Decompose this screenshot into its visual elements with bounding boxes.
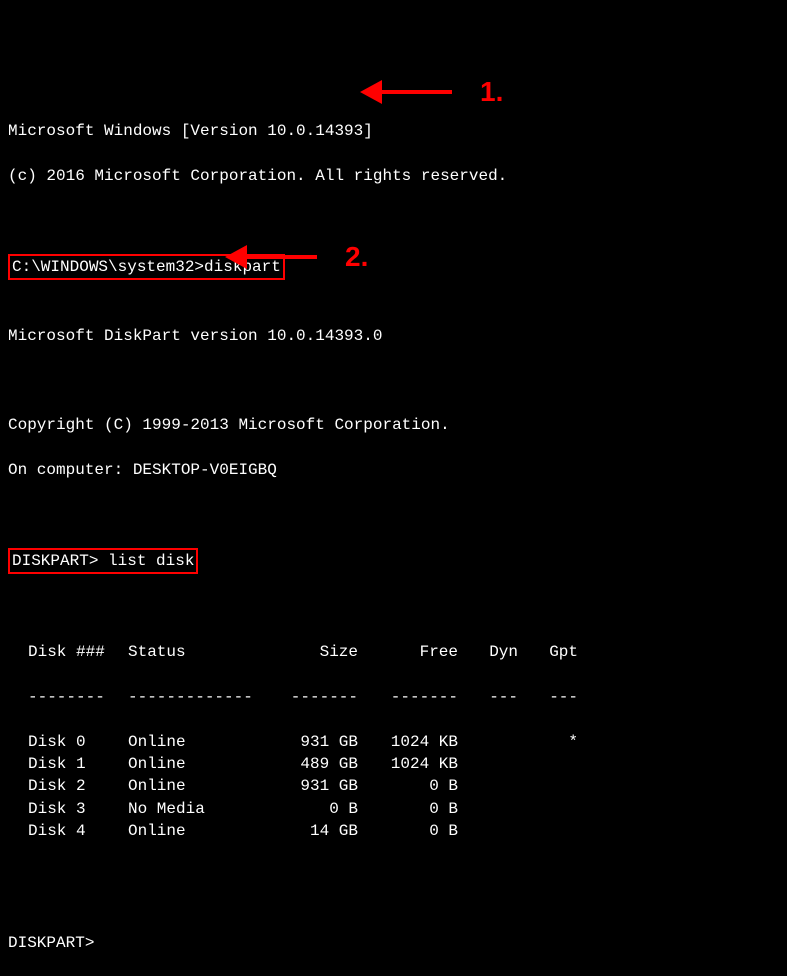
cell-gpt: [518, 775, 578, 797]
cell-dyn: [458, 731, 518, 753]
copyright-line: (c) 2016 Microsoft Corporation. All righ…: [8, 165, 779, 187]
cell-dyn: [458, 753, 518, 775]
table-row: Disk 3No Media0 B0 B: [28, 798, 779, 820]
table-separator-row: ----------------------------------------…: [28, 686, 779, 708]
annotation-1-label: 1.: [480, 72, 503, 111]
diskpart-copyright-line: Copyright (C) 1999-2013 Microsoft Corpor…: [8, 414, 779, 436]
terminal-window: Microsoft Windows [Version 10.0.14393] (…: [4, 94, 783, 597]
cell-free: 0 B: [358, 798, 458, 820]
cell-disk: Disk 1: [28, 753, 128, 775]
cell-dyn: [458, 775, 518, 797]
cell-status: Online: [128, 753, 258, 775]
cell-disk: Disk 0: [28, 731, 128, 753]
cell-disk: Disk 4: [28, 820, 128, 842]
cmd2-box: DISKPART> list disk: [8, 548, 198, 574]
cell-size: 489 GB: [258, 753, 358, 775]
header-dyn: Dyn: [458, 641, 518, 663]
cell-gpt: [518, 753, 578, 775]
table-row: Disk 4Online14 GB0 B: [28, 820, 779, 842]
cell-status: Online: [128, 775, 258, 797]
cell-status: No Media: [128, 798, 258, 820]
cell-disk: Disk 2: [28, 775, 128, 797]
cell-free: 1024 KB: [358, 731, 458, 753]
cell-status: Online: [128, 820, 258, 842]
table-row: Disk 1Online489 GB1024 KB: [28, 753, 779, 775]
cell-gpt: [518, 798, 578, 820]
header-disk: Disk ###: [28, 641, 128, 663]
arrow-icon: [225, 245, 317, 269]
cell-free: 1024 KB: [358, 753, 458, 775]
cmd2-prompt: DISKPART>: [12, 552, 108, 570]
sep-gpt: ---: [518, 686, 578, 708]
header-status: Status: [128, 641, 258, 663]
sep-status: -------------: [128, 686, 258, 708]
header-gpt: Gpt: [518, 641, 578, 663]
cell-dyn: [458, 820, 518, 842]
sep-free: -------: [358, 686, 458, 708]
cell-size: 931 GB: [258, 775, 358, 797]
cell-size: 931 GB: [258, 731, 358, 753]
cell-size: 0 B: [258, 798, 358, 820]
cell-free: 0 B: [358, 820, 458, 842]
cell-gpt: [518, 820, 578, 842]
cell-gpt: *: [518, 731, 578, 753]
diskpart-version-line: Microsoft DiskPart version 10.0.14393.0: [8, 325, 779, 347]
annotation-2: 2.: [225, 237, 368, 276]
table-row: Disk 2Online931 GB0 B: [28, 775, 779, 797]
sep-disk: --------: [28, 686, 128, 708]
cmd1-prompt: C:\WINDOWS\system32>: [12, 258, 204, 276]
sep-dyn: ---: [458, 686, 518, 708]
disk-table: Disk ###StatusSizeFreeDynGpt -----------…: [28, 619, 779, 865]
cell-size: 14 GB: [258, 820, 358, 842]
cell-status: Online: [128, 731, 258, 753]
sep-size: -------: [258, 686, 358, 708]
arrow-icon: [360, 80, 452, 104]
cmd2-command[interactable]: list disk: [108, 552, 194, 570]
final-prompt[interactable]: DISKPART>: [8, 932, 779, 954]
header-free: Free: [358, 641, 458, 663]
table-header-row: Disk ###StatusSizeFreeDynGpt: [28, 641, 779, 663]
windows-version-line: Microsoft Windows [Version 10.0.14393]: [8, 120, 779, 142]
cell-disk: Disk 3: [28, 798, 128, 820]
cell-dyn: [458, 798, 518, 820]
diskpart-computer-line: On computer: DESKTOP-V0EIGBQ: [8, 459, 779, 481]
cell-free: 0 B: [358, 775, 458, 797]
annotation-1: 1.: [360, 72, 503, 111]
header-size: Size: [258, 641, 358, 663]
table-row: Disk 0Online931 GB1024 KB *: [28, 731, 779, 753]
annotation-2-label: 2.: [345, 237, 368, 276]
